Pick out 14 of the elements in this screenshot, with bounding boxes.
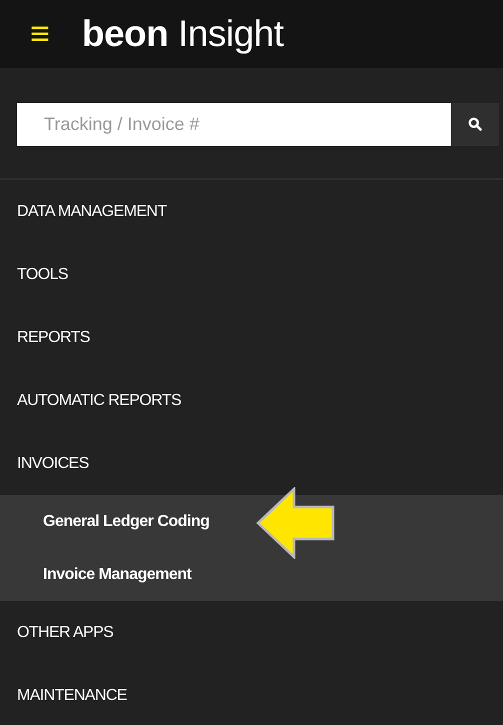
submenu-item[interactable]: General Ledger Coding <box>43 512 210 530</box>
search-icon <box>468 117 482 131</box>
logo: beon Insight <box>82 13 284 55</box>
search-field[interactable]: Tracking / Invoice # <box>17 102 451 146</box>
menu-item[interactable]: MAINTENANCE <box>17 686 127 704</box>
submenu-item[interactable]: Invoice Management <box>43 566 192 584</box>
menu-item[interactable]: TOOLS <box>17 266 68 284</box>
search-button[interactable] <box>451 102 499 146</box>
menu-item[interactable]: DATA MANAGEMENT <box>17 202 167 220</box>
menu-item[interactable]: AUTOMATIC REPORTS <box>17 392 182 410</box>
menu-item[interactable]: INVOICES <box>17 454 89 472</box>
menu-item[interactable]: OTHER APPS <box>17 624 114 642</box>
menu-item[interactable]: REPORTS <box>17 328 90 346</box>
menu-icon[interactable]: ≡ <box>30 17 50 51</box>
